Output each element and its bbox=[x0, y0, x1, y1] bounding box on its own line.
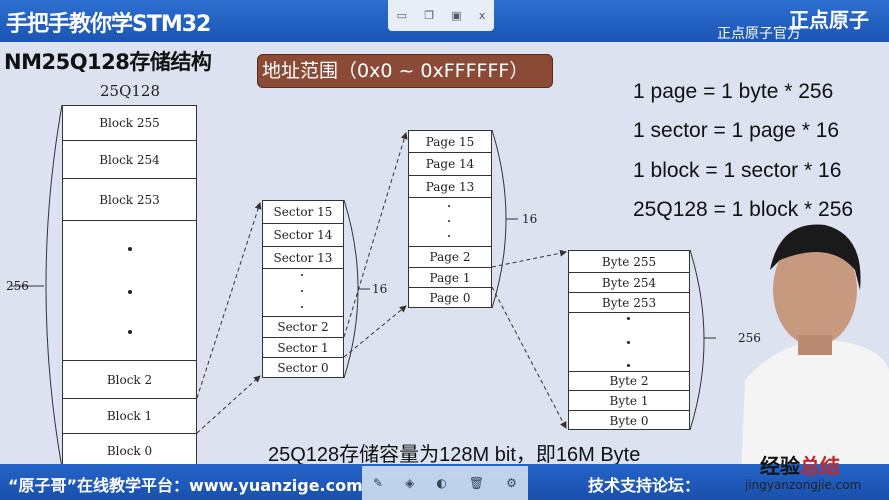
byte-cell: Byte 0 bbox=[609, 413, 649, 428]
block-count-label: 256 bbox=[6, 279, 29, 293]
sector-cell: Sector 2 bbox=[263, 316, 343, 338]
ellipsis-dot bbox=[627, 364, 630, 367]
page-count-label: 16 bbox=[522, 212, 538, 226]
block-cell: Block 254 bbox=[63, 141, 196, 179]
sector-column: Sector 15 Sector 14 Sector 13 Sector 2 S… bbox=[262, 200, 344, 378]
byte-cell: Byte 255 bbox=[569, 251, 689, 273]
arrow-sector-page-bottom bbox=[343, 305, 407, 358]
ellipsis-dot bbox=[301, 306, 303, 308]
ellipsis-dot bbox=[448, 205, 450, 207]
block-column: Block 255 Block 254 Block 253 Block 2 Bl… bbox=[62, 105, 197, 468]
ellipsis-dot bbox=[627, 317, 630, 320]
block-cell: Block 255 bbox=[63, 106, 196, 141]
page-column: Page 15 Page 14 Page 13 Page 2 Page 1 Pa… bbox=[408, 130, 492, 308]
page-cell: Page 15 bbox=[409, 131, 491, 153]
ellipsis-dot bbox=[127, 290, 132, 294]
byte-cell: Byte 254 bbox=[569, 273, 689, 293]
block-cell: Block 0 bbox=[106, 444, 153, 458]
equation: 1 sector = 1 page * 16 bbox=[633, 119, 840, 142]
byte-cell: Byte 2 bbox=[569, 371, 689, 391]
page-cell: Page 14 bbox=[409, 153, 491, 176]
settings-icon[interactable]: ⚙ bbox=[506, 476, 517, 490]
ellipsis-dot bbox=[301, 290, 303, 292]
sector-count-label: 16 bbox=[372, 282, 388, 296]
page-cell: Page 1 bbox=[409, 268, 491, 288]
block-cell: Block 253 bbox=[63, 179, 196, 221]
block-brace bbox=[45, 104, 63, 469]
byte-brace bbox=[689, 249, 705, 431]
sector-cell: Sector 0 bbox=[277, 361, 329, 375]
drawing-toolbar: ✎ ◈ ◐ 🗑 ⚙ bbox=[362, 466, 528, 500]
sector-cell: Sector 15 bbox=[263, 201, 343, 224]
capacity-caption: 25Q128存储容量为128M bit，即16M Byte bbox=[268, 444, 641, 466]
arrow-page-byte-bottom bbox=[491, 286, 567, 429]
page-cell: Page 2 bbox=[409, 246, 491, 268]
ellipsis-dot bbox=[627, 341, 630, 344]
eraser-icon[interactable]: ◈ bbox=[405, 476, 414, 490]
watermark-logo: 经验总结 bbox=[760, 454, 840, 478]
page-cell: Page 0 bbox=[429, 291, 471, 305]
block-cell: Block 2 bbox=[63, 360, 196, 399]
equation: 1 page = 1 byte * 256 bbox=[633, 80, 834, 103]
ellipsis-dot bbox=[301, 274, 303, 276]
equation: 1 block = 1 sector * 16 bbox=[633, 159, 842, 182]
sector-cell: Sector 13 bbox=[263, 247, 343, 269]
forum-text: 技术支持论坛： bbox=[588, 476, 701, 495]
ellipsis-dot bbox=[448, 220, 450, 222]
sector-cell: Sector 1 bbox=[263, 338, 343, 358]
byte-cell: Byte 253 bbox=[569, 293, 689, 313]
block-cell: Block 1 bbox=[63, 399, 196, 434]
pen-icon[interactable]: ✎ bbox=[373, 476, 383, 490]
color-icon[interactable]: ◐ bbox=[436, 476, 446, 490]
ellipsis-dot bbox=[448, 235, 450, 237]
ellipsis-dot bbox=[127, 330, 132, 334]
ellipsis-dot bbox=[127, 247, 132, 251]
sector-cell: Sector 14 bbox=[263, 224, 343, 247]
watermark-url: jingyanzongjie.com bbox=[745, 478, 862, 492]
platform-text: “原子哥”在线教学平台：www.yuanzige.com bbox=[8, 476, 363, 495]
arrow-block-sector-top bbox=[196, 202, 262, 399]
arrow-block-sector-bottom bbox=[196, 375, 261, 434]
byte-column: Byte 255 Byte 254 Byte 253 Byte 2 Byte 1… bbox=[568, 250, 690, 430]
page-cell: Page 13 bbox=[409, 176, 491, 198]
byte-cell: Byte 1 bbox=[569, 391, 689, 411]
trash-icon[interactable]: 🗑 bbox=[469, 476, 484, 490]
page-brace bbox=[491, 129, 507, 309]
